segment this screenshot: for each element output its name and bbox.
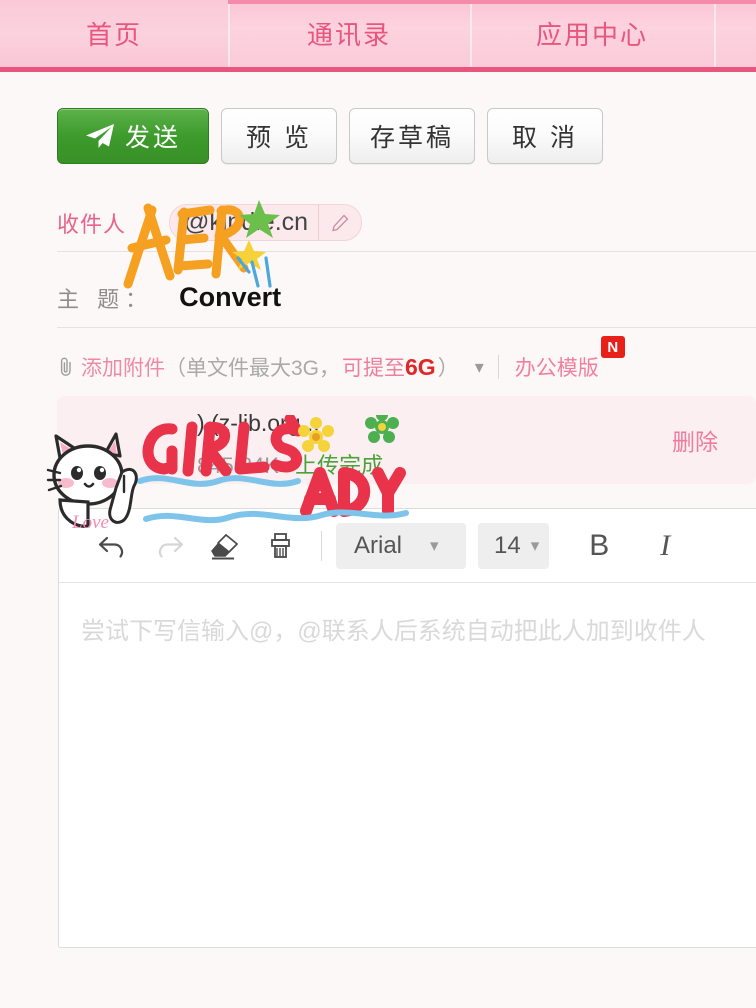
office-template-link[interactable]: 办公模版 N: [514, 336, 625, 382]
preview-button-label: 预 览: [246, 124, 312, 152]
upgrade-quota-link[interactable]: 可提至6G: [342, 352, 436, 382]
nav-tab-app-center-label: 应用中心: [535, 20, 648, 50]
attachment-delete-link[interactable]: 删除: [672, 423, 718, 457]
subject-label: 主 题：: [57, 286, 154, 312]
subject-input[interactable]: Convert: [179, 282, 281, 313]
redo-button[interactable]: [141, 523, 197, 569]
undo-icon: [98, 536, 124, 558]
nav-tab-overflow[interactable]: [714, 0, 756, 67]
recipient-label: 收件人: [57, 211, 127, 237]
nav-tab-home-label: 首页: [85, 20, 142, 50]
attachment-note-close: ）: [437, 357, 459, 380]
font-family-value: Arial: [354, 531, 403, 559]
font-size-select[interactable]: 14 ▾: [478, 522, 550, 569]
attachment-size-note: （单文件最大3G，: [165, 357, 341, 380]
editor-placeholder: 尝试下写信输入@，@联系人后系统自动把此人加到收件人: [81, 618, 706, 645]
upgrade-size: 6G: [405, 354, 436, 380]
top-navigation-bar: 首页 通讯录 应用中心: [0, 0, 756, 72]
attachment-size: 845.84K: [197, 453, 279, 478]
send-button[interactable]: 发送: [57, 108, 209, 164]
recipient-field-row[interactable]: 收件人 @kindle.cn: [57, 194, 756, 252]
cancel-button-label: 取 消: [512, 124, 578, 152]
chevron-down-icon: ▾: [430, 535, 439, 555]
toolbar-divider: [497, 355, 499, 379]
attachment-filename: ) (z-lib.org...: [197, 410, 320, 436]
compose-action-bar: 发送 预 览 存草稿 取 消: [0, 72, 756, 164]
editor-toolbar: Arial ▾ 14 ▾ B I: [59, 509, 756, 583]
attachment-status: 上传完成: [295, 453, 384, 478]
nav-tab-app-center[interactable]: 应用中心: [470, 0, 714, 67]
add-attachment-link[interactable]: 添加附件: [81, 352, 165, 382]
send-button-label: 发送: [124, 124, 181, 152]
chevron-down-icon: ▾: [530, 535, 540, 555]
undo-button[interactable]: [85, 523, 141, 569]
mail-compose-page: 首页 通讯录 应用中心 发送 预 览 存草稿 取 消 收件人 @kindle.c…: [0, 0, 756, 1008]
recipient-chip[interactable]: @kindle.cn: [169, 204, 363, 241]
subject-field-row[interactable]: 主 题： Convert: [57, 268, 756, 328]
paperclip-icon: [60, 357, 71, 376]
rich-text-editor: Arial ▾ 14 ▾ B I 尝试下写信输入@，@联系人后系统自动把此人加到…: [58, 508, 756, 948]
pencil-icon: [332, 214, 349, 231]
save-draft-button-label: 存草稿: [369, 124, 454, 152]
format-painter-button[interactable]: [253, 523, 309, 569]
nav-tab-contacts[interactable]: 通讯录: [228, 0, 470, 67]
save-draft-button[interactable]: 存草稿: [349, 108, 475, 164]
paper-plane-icon: [85, 124, 114, 148]
italic-button[interactable]: I: [637, 529, 693, 563]
upgrade-prefix: 可提至: [342, 357, 406, 380]
bold-button[interactable]: B: [571, 529, 627, 563]
nav-tab-home[interactable]: 首页: [0, 0, 228, 67]
office-template-label: 办公模版: [514, 357, 599, 380]
new-badge: N: [600, 336, 625, 358]
redo-icon: [158, 536, 184, 558]
clear-format-button[interactable]: [197, 523, 253, 569]
editor-content[interactable]: 尝试下写信输入@，@联系人后系统自动把此人加到收件人: [59, 583, 756, 646]
font-size-value: 14: [494, 531, 521, 559]
attachment-toolbar: 添加附件 （单文件最大3G， 可提至6G ） ▾ 办公模版 N: [57, 336, 756, 384]
chevron-down-icon[interactable]: ▾: [475, 357, 484, 378]
font-family-select[interactable]: Arial ▾: [336, 522, 466, 569]
attachment-meta: 845.84K 上传完成: [197, 448, 383, 480]
eraser-icon: [211, 533, 238, 559]
attachment-list-item[interactable]: ) (z-lib.org... 845.84K 上传完成 删除: [57, 396, 756, 484]
nav-tab-contacts-label: 通讯录: [306, 20, 391, 50]
compose-area: 发送 预 览 存草稿 取 消 收件人 @kindle.cn 主 题： Conve…: [0, 72, 756, 1008]
editor-toolbar-divider: [321, 530, 322, 561]
recipient-chip-value: @kindle.cn: [184, 208, 309, 236]
preview-button[interactable]: 预 览: [221, 108, 337, 164]
cancel-button[interactable]: 取 消: [487, 108, 603, 164]
recipient-edit-button[interactable]: [319, 205, 361, 240]
format-painter-icon: [271, 532, 290, 558]
